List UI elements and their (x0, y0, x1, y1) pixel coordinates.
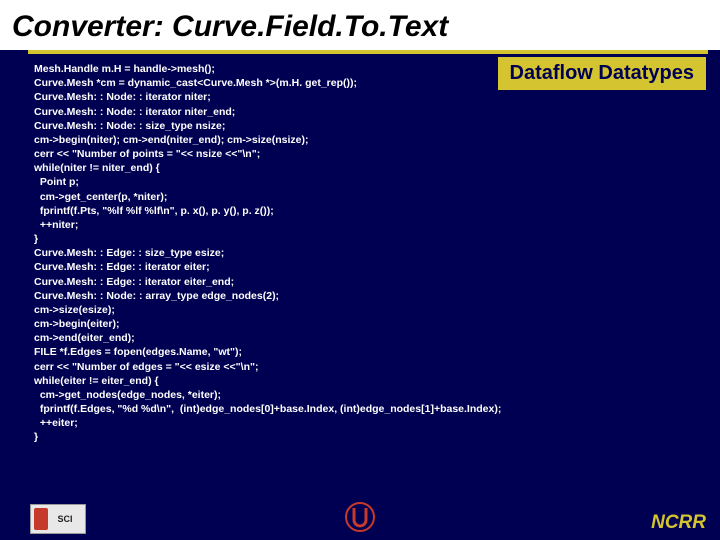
code-block: Mesh.Handle m.H = handle->mesh(); Curve.… (34, 62, 706, 445)
sci-logo-text: SCI (57, 514, 72, 524)
ncrr-label: NCRR (651, 512, 706, 534)
slide-title: Converter: Curve.Field.To.Text (0, 0, 720, 50)
datatype-badge: Dataflow Datatypes (498, 57, 707, 90)
content-area: Dataflow Datatypes Mesh.Handle m.H = han… (0, 54, 720, 445)
university-logo (345, 500, 375, 534)
sci-logo: SCI (30, 504, 86, 534)
